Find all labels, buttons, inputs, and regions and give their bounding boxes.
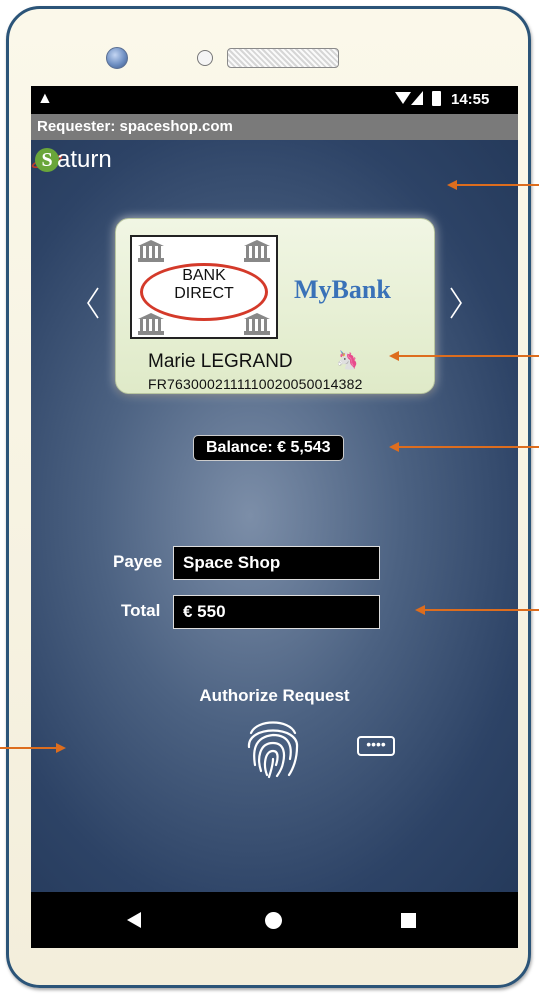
app-content: S aturn BANK DIRECT MyBank Marie LEGRAND…: [31, 140, 518, 892]
speaker-grille: [227, 48, 339, 68]
previous-card-arrow-icon[interactable]: [86, 286, 100, 320]
authorize-request-label: Authorize Request: [199, 686, 350, 705]
bank-pillar-icon: [244, 240, 270, 262]
next-card-arrow-icon[interactable]: [449, 286, 463, 320]
payee-field: Space Shop: [173, 546, 380, 580]
requester-bar: Requester: spaceshop.com: [31, 114, 518, 140]
status-bar: ▲ 14:55: [31, 86, 518, 114]
bank-pillar-icon: [138, 240, 164, 262]
home-icon[interactable]: [265, 912, 282, 929]
android-nav-bar: [31, 892, 518, 948]
callout-arrowhead: [389, 351, 399, 361]
phone-screen: ▲ 14:55 Requester: spaceshop.com S aturn…: [31, 86, 518, 948]
callout-line: [398, 446, 539, 448]
bank-logo-line1: BANK: [182, 267, 226, 284]
camera-icon: [106, 47, 128, 69]
callout-arrowhead: [415, 605, 425, 615]
bank-logo-text: BANK DIRECT: [132, 267, 276, 303]
back-icon[interactable]: [127, 912, 141, 928]
signal-icon: [411, 91, 423, 105]
card-holder-name: Marie LEGRAND: [148, 351, 293, 372]
status-time: 14:55: [451, 91, 490, 108]
bank-pillar-icon: [138, 313, 164, 335]
total-field: € 550: [173, 595, 380, 629]
battery-icon: [432, 91, 441, 106]
proximity-sensor: [197, 50, 213, 66]
payee-label: Payee: [113, 552, 163, 571]
balance-badge: Balance: € 5,543: [193, 435, 344, 461]
bank-card[interactable]: BANK DIRECT MyBank Marie LEGRAND 🦄 FR763…: [115, 218, 435, 394]
pin-entry-button[interactable]: ••••: [357, 736, 395, 756]
wifi-icon: [395, 92, 411, 104]
callout-line: [398, 355, 539, 357]
callout-line: [424, 609, 539, 611]
recent-apps-icon[interactable]: [401, 913, 416, 928]
warning-triangle-icon: ▲: [37, 90, 53, 107]
fingerprint-icon[interactable]: [245, 713, 301, 779]
card-iban: FR7630002111110020050014382: [148, 376, 363, 392]
total-label: Total: [121, 601, 161, 620]
bank-pillar-icon: [244, 313, 270, 335]
callout-line: [456, 184, 539, 186]
callout-arrowhead: [389, 442, 399, 452]
bank-brand: MyBank: [294, 275, 391, 304]
bank-logo-line2: DIRECT: [174, 285, 234, 302]
callout-line: [0, 747, 56, 749]
bank-logo: BANK DIRECT: [130, 235, 278, 339]
unicorn-icon: 🦄: [336, 350, 359, 370]
logo-text: aturn: [57, 146, 112, 173]
logo-badge: S: [35, 148, 59, 172]
callout-arrowhead: [56, 743, 66, 753]
callout-arrowhead: [447, 180, 457, 190]
